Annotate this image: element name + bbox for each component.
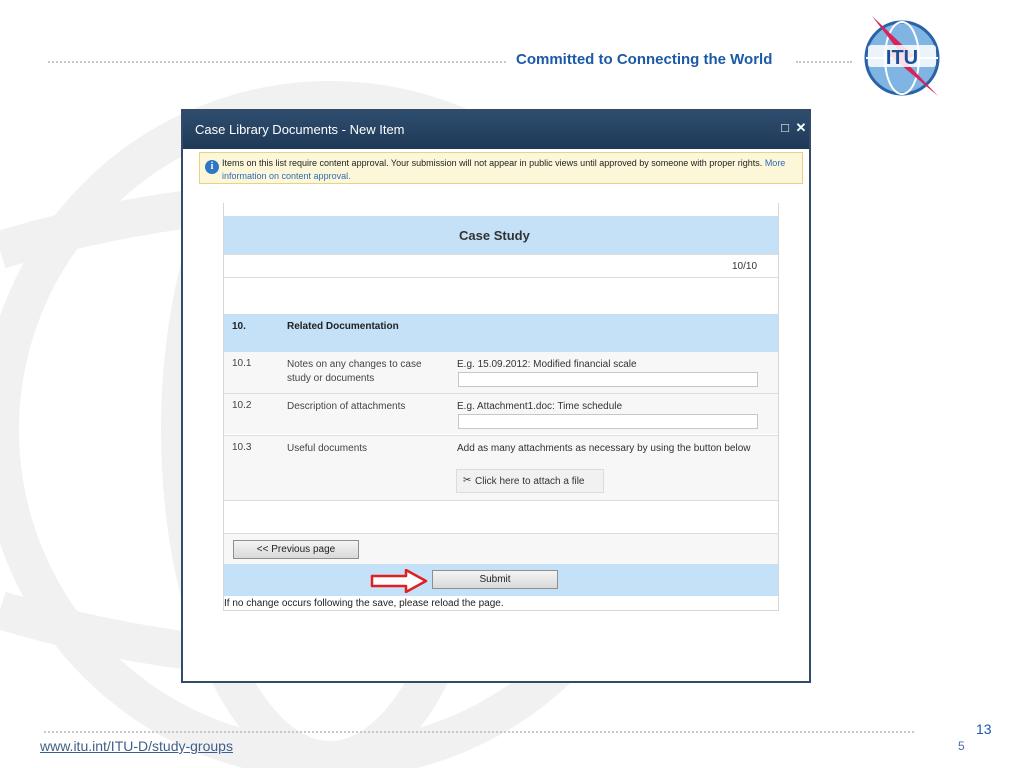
itu-logo: ITU: [864, 16, 940, 96]
notice-text: Items on this list require content appro…: [222, 157, 800, 182]
form-title-band: Case Study: [224, 216, 778, 254]
content-approval-notice: i Items on this list require content app…: [199, 152, 803, 184]
field-hint: E.g. Attachment1.doc: Time schedule: [457, 401, 623, 412]
new-item-dialog: Case Library Documents - New Item □ ✕ i …: [181, 109, 811, 683]
divider: [224, 254, 778, 255]
paperclip-icon: ✂: [463, 475, 472, 486]
close-icon[interactable]: ✕: [793, 120, 809, 136]
section-title: Related Documentation: [287, 321, 399, 332]
notice-message: Items on this list require content appro…: [222, 158, 763, 168]
field-hint: E.g. 15.09.2012: Modified financial scal…: [457, 359, 637, 370]
attach-file-label: Click here to attach a file: [475, 476, 585, 487]
header-divider-left: [48, 61, 506, 63]
form-title: Case Study: [459, 228, 530, 243]
header-tagline: Committed to Connecting the World: [516, 51, 773, 68]
field-number: 10.1: [232, 358, 252, 369]
attach-file-button[interactable]: ✂ Click here to attach a file: [456, 469, 604, 493]
reload-note: If no change occurs following the save, …: [224, 598, 504, 609]
form-bottom-border: [224, 610, 778, 611]
red-arrow-icon: [370, 569, 428, 593]
divider: [224, 500, 778, 501]
dialog-title: Case Library Documents - New Item: [195, 122, 405, 137]
itu-logo-text: ITU: [886, 47, 918, 69]
info-icon: i: [205, 160, 219, 174]
slide-page-number: 13: [976, 721, 992, 737]
attachments-description-input[interactable]: [458, 414, 758, 429]
dialog-title-bar: Case Library Documents - New Item □ ✕: [183, 111, 809, 149]
field-label: Description of attachments: [287, 401, 406, 412]
footer-divider: [44, 731, 914, 733]
field-number: 10.3: [232, 442, 252, 453]
field-label: Notes on any changes to case study or do…: [287, 359, 422, 384]
field-number: 10.2: [232, 400, 252, 411]
field-hint: Add as many attachments as necessary by …: [457, 443, 751, 454]
section-band: [224, 314, 778, 352]
header-divider-right: [796, 61, 852, 63]
submit-button[interactable]: Submit: [432, 570, 558, 589]
case-study-form: Case Study 10/10 10. Related Documentati…: [223, 203, 779, 611]
field-label: Useful documents: [287, 443, 368, 454]
previous-page-button[interactable]: << Previous page: [233, 540, 359, 559]
page-indicator: 10/10: [732, 261, 758, 272]
maximize-icon[interactable]: □: [777, 120, 793, 136]
notes-input[interactable]: [458, 372, 758, 387]
slide-ghost-number: 5: [958, 739, 965, 753]
divider: [224, 277, 778, 278]
section-number: 10.: [232, 321, 246, 332]
footer-url-link[interactable]: www.itu.int/ITU-D/study-groups: [40, 738, 233, 754]
